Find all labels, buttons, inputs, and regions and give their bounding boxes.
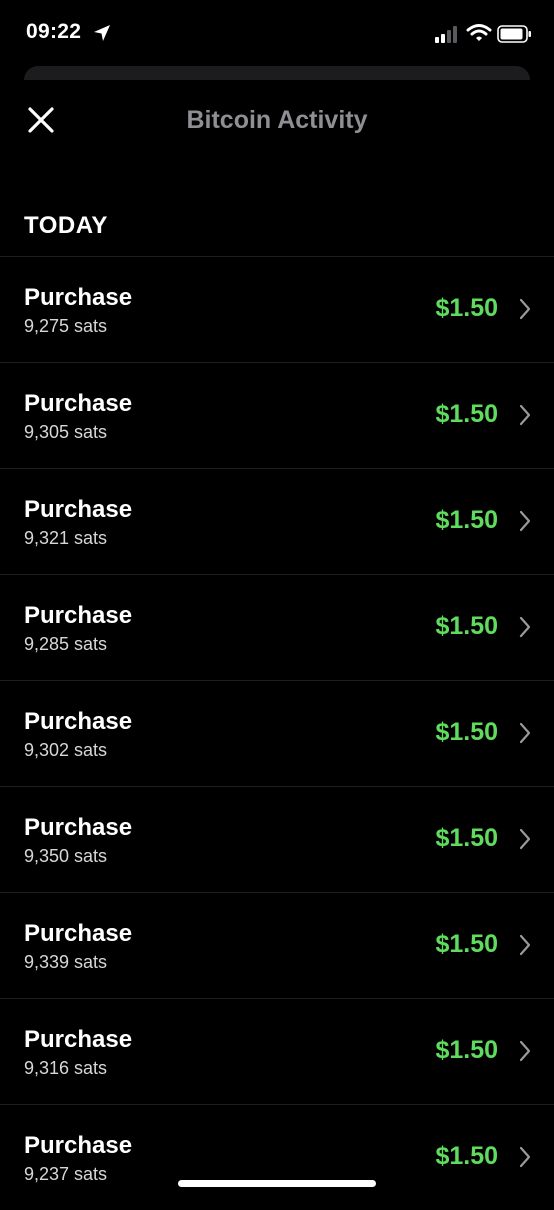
transaction-amount: $1.50 — [435, 930, 498, 958]
transaction-title: Purchase — [24, 814, 133, 841]
transaction-amount: $1.50 — [435, 400, 498, 428]
chevron-right-icon — [518, 509, 532, 533]
transaction-title: Purchase — [24, 390, 133, 417]
transaction-row[interactable]: Purchase 9,275 sats $1.50 — [0, 257, 554, 363]
status-bar: 09:22 — [0, 0, 554, 66]
chevron-right-icon — [518, 615, 532, 639]
transaction-title: Purchase — [24, 920, 133, 947]
transaction-title: Purchase — [24, 1132, 133, 1159]
transaction-sats: 9,275 sats — [24, 316, 108, 336]
chevron-right-icon — [518, 297, 532, 321]
transaction-sats: 9,350 sats — [24, 846, 108, 866]
location-arrow-icon — [92, 23, 112, 43]
transaction-title: Purchase — [24, 1026, 133, 1053]
transaction-amount: $1.50 — [435, 718, 498, 746]
transaction-row[interactable]: Purchase 9,316 sats $1.50 — [0, 999, 554, 1105]
transaction-row[interactable]: Purchase 9,237 sats $1.50 — [0, 1105, 554, 1210]
transaction-sats: 9,305 sats — [24, 422, 108, 442]
page-title: Bitcoin Activity — [186, 106, 368, 134]
transaction-sats: 9,285 sats — [24, 634, 108, 654]
transaction-amount: $1.50 — [435, 1036, 498, 1064]
transaction-sats: 9,339 sats — [24, 952, 108, 972]
transaction-row[interactable]: Purchase 9,302 sats $1.50 — [0, 681, 554, 787]
transaction-title: Purchase — [24, 284, 133, 311]
transaction-row[interactable]: Purchase 9,305 sats $1.50 — [0, 363, 554, 469]
transaction-row[interactable]: Purchase 9,339 sats $1.50 — [0, 893, 554, 999]
transaction-amount: $1.50 — [435, 1142, 498, 1170]
transaction-sats: 9,316 sats — [24, 1058, 108, 1078]
battery-icon — [497, 24, 533, 44]
transaction-sats: 9,302 sats — [24, 740, 108, 760]
transaction-amount: $1.50 — [435, 612, 498, 640]
chevron-right-icon — [518, 721, 532, 745]
home-indicator[interactable] — [178, 1180, 376, 1187]
transaction-title: Purchase — [24, 602, 133, 629]
transaction-amount: $1.50 — [435, 294, 498, 322]
chevron-right-icon — [518, 1039, 532, 1063]
transaction-row[interactable]: Purchase 9,285 sats $1.50 — [0, 575, 554, 681]
transaction-title: Purchase — [24, 496, 133, 523]
cellular-signal-icon — [434, 24, 462, 44]
section-header-today: TODAY — [24, 212, 108, 239]
chevron-right-icon — [518, 1145, 532, 1169]
chevron-right-icon — [518, 827, 532, 851]
status-time: 09:22 — [26, 20, 82, 43]
transaction-sats: 9,237 sats — [24, 1164, 108, 1184]
transaction-row[interactable]: Purchase 9,350 sats $1.50 — [0, 787, 554, 893]
transaction-title: Purchase — [24, 708, 133, 735]
transaction-amount: $1.50 — [435, 506, 498, 534]
chevron-right-icon — [518, 933, 532, 957]
transaction-row[interactable]: Purchase 9,321 sats $1.50 — [0, 469, 554, 575]
chevron-right-icon — [518, 403, 532, 427]
transaction-list: Purchase 9,275 sats $1.50 Purchase 9,305… — [0, 256, 554, 1210]
transaction-amount: $1.50 — [435, 824, 498, 852]
transaction-sats: 9,321 sats — [24, 528, 108, 548]
wifi-icon — [466, 22, 492, 44]
